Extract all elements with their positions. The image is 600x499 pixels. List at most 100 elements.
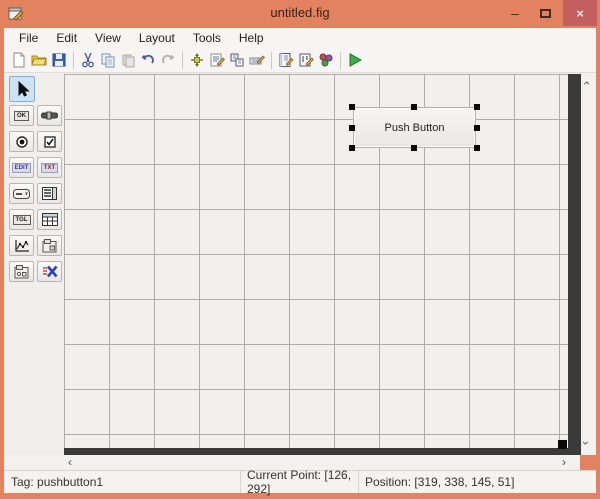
table-tool[interactable] [37,209,62,230]
component-palette: OK EDIT TXT TGL [4,73,64,455]
scroll-left-icon[interactable]: ‹ [68,456,72,468]
push-button-tool-icon: OK [14,110,29,121]
button-group-icon [14,264,29,278]
edit-text-icon: EDIT [11,162,32,173]
mfile-editor-icon [279,53,294,67]
toolbar-separator [340,51,341,69]
pointer-icon [18,81,30,97]
check-box-tool[interactable] [37,131,62,152]
layout-area: OK EDIT TXT TGL Push Button › › [4,73,596,455]
menu-view[interactable]: View [86,29,130,47]
cut-icon [82,52,94,68]
open-figure-button[interactable] [29,50,49,70]
redo-icon [162,54,175,64]
redo-button [158,50,178,70]
save-figure-icon [52,53,66,67]
statusbar: Tag: pushbutton1 Current Point: [126, 29… [4,468,596,496]
paste-icon [122,54,135,68]
check-box-icon [43,135,56,148]
scroll-right-icon[interactable]: › [562,456,566,468]
pushbutton1[interactable]: Push Button [353,107,476,148]
slider-tool[interactable] [37,105,62,126]
popup-menu-tool[interactable] [9,183,34,204]
property-inspector-button[interactable] [296,50,316,70]
scroll-down-icon[interactable]: › [579,441,593,445]
paste-button [118,50,138,70]
table-icon [41,213,58,226]
select-pointer-tool[interactable] [9,76,35,102]
pushbutton-selection: Push Button [349,104,480,151]
selection-handle-nw[interactable] [349,104,355,110]
selection-handle-w[interactable] [349,125,355,131]
titlebar[interactable]: untitled.fig – × [0,0,600,28]
maximize-icon [539,8,551,18]
slider-icon [41,111,58,120]
radio-button-icon [15,135,28,148]
toolbar [4,48,596,73]
mfile-editor-button[interactable] [276,50,296,70]
figure-resize-handle[interactable] [558,440,567,449]
run-icon [349,53,363,67]
selection-handle-se[interactable] [474,145,480,151]
copy-button[interactable] [98,50,118,70]
scroll-up-icon[interactable]: › [579,81,593,85]
menu-tools[interactable]: Tools [184,29,230,47]
new-figure-button[interactable] [9,50,29,70]
static-text-icon: TXT [40,162,59,173]
vertical-scrollbar[interactable]: › › [579,73,596,455]
selection-handle-sw[interactable] [349,145,355,151]
menubar: File Edit View Layout Tools Help [4,28,596,48]
save-figure-button[interactable] [49,50,69,70]
menu-help[interactable]: Help [230,29,273,47]
status-tag: Tag: pushbutton1 [11,475,104,489]
panel-tool[interactable] [37,235,62,256]
push-button-tool[interactable]: OK [9,105,34,126]
menu-editor-button[interactable] [207,50,227,70]
popup-menu-icon [13,188,30,199]
run-button[interactable] [345,50,365,70]
tab-order-editor-button[interactable] [227,50,247,70]
menu-file[interactable]: File [10,29,47,47]
menu-editor-icon [210,53,225,67]
menu-edit[interactable]: Edit [47,29,86,47]
activex-control-tool[interactable] [37,261,62,282]
align-objects-icon [191,53,203,67]
listbox-tool[interactable] [37,183,62,204]
toggle-button-icon: TGL [12,214,31,225]
toggle-button-tool[interactable]: TGL [9,209,34,230]
figure-canvas[interactable]: Push Button [64,74,568,448]
menu-layout[interactable]: Layout [130,29,184,47]
tab-order-editor-icon [230,53,244,67]
close-button[interactable]: × [563,0,597,26]
align-objects-button[interactable] [187,50,207,70]
edit-text-tool[interactable]: EDIT [9,157,34,178]
selection-handle-ne[interactable] [474,104,480,110]
undo-icon [141,54,154,64]
open-figure-icon [31,55,47,66]
selection-handle-s[interactable] [411,145,417,151]
button-group-tool[interactable] [9,261,34,282]
undo-button[interactable] [138,50,158,70]
new-figure-icon [13,52,25,68]
outside-figure-area [568,74,581,455]
static-text-tool[interactable]: TXT [37,157,62,178]
object-browser-button[interactable] [316,50,336,70]
listbox-icon [42,187,57,200]
radio-button-tool[interactable] [9,131,34,152]
guide-window: untitled.fig – × File Edit View Layout T… [0,0,600,499]
axes-tool[interactable] [9,235,34,256]
toolbar-editor-button[interactable] [247,50,267,70]
cut-button[interactable] [78,50,98,70]
panel-icon [42,238,57,252]
minimize-button[interactable]: – [502,0,528,26]
axes-icon [14,239,29,252]
toolbar-separator [182,51,183,69]
toolbar-editor-icon [249,55,265,65]
selection-handle-n[interactable] [411,104,417,110]
property-inspector-icon [299,53,314,67]
object-browser-icon [319,53,333,67]
outside-figure-area [64,448,581,455]
status-position: Position: [319, 338, 145, 51] [358,471,596,493]
selection-handle-e[interactable] [474,125,480,131]
maximize-button[interactable] [532,0,558,26]
